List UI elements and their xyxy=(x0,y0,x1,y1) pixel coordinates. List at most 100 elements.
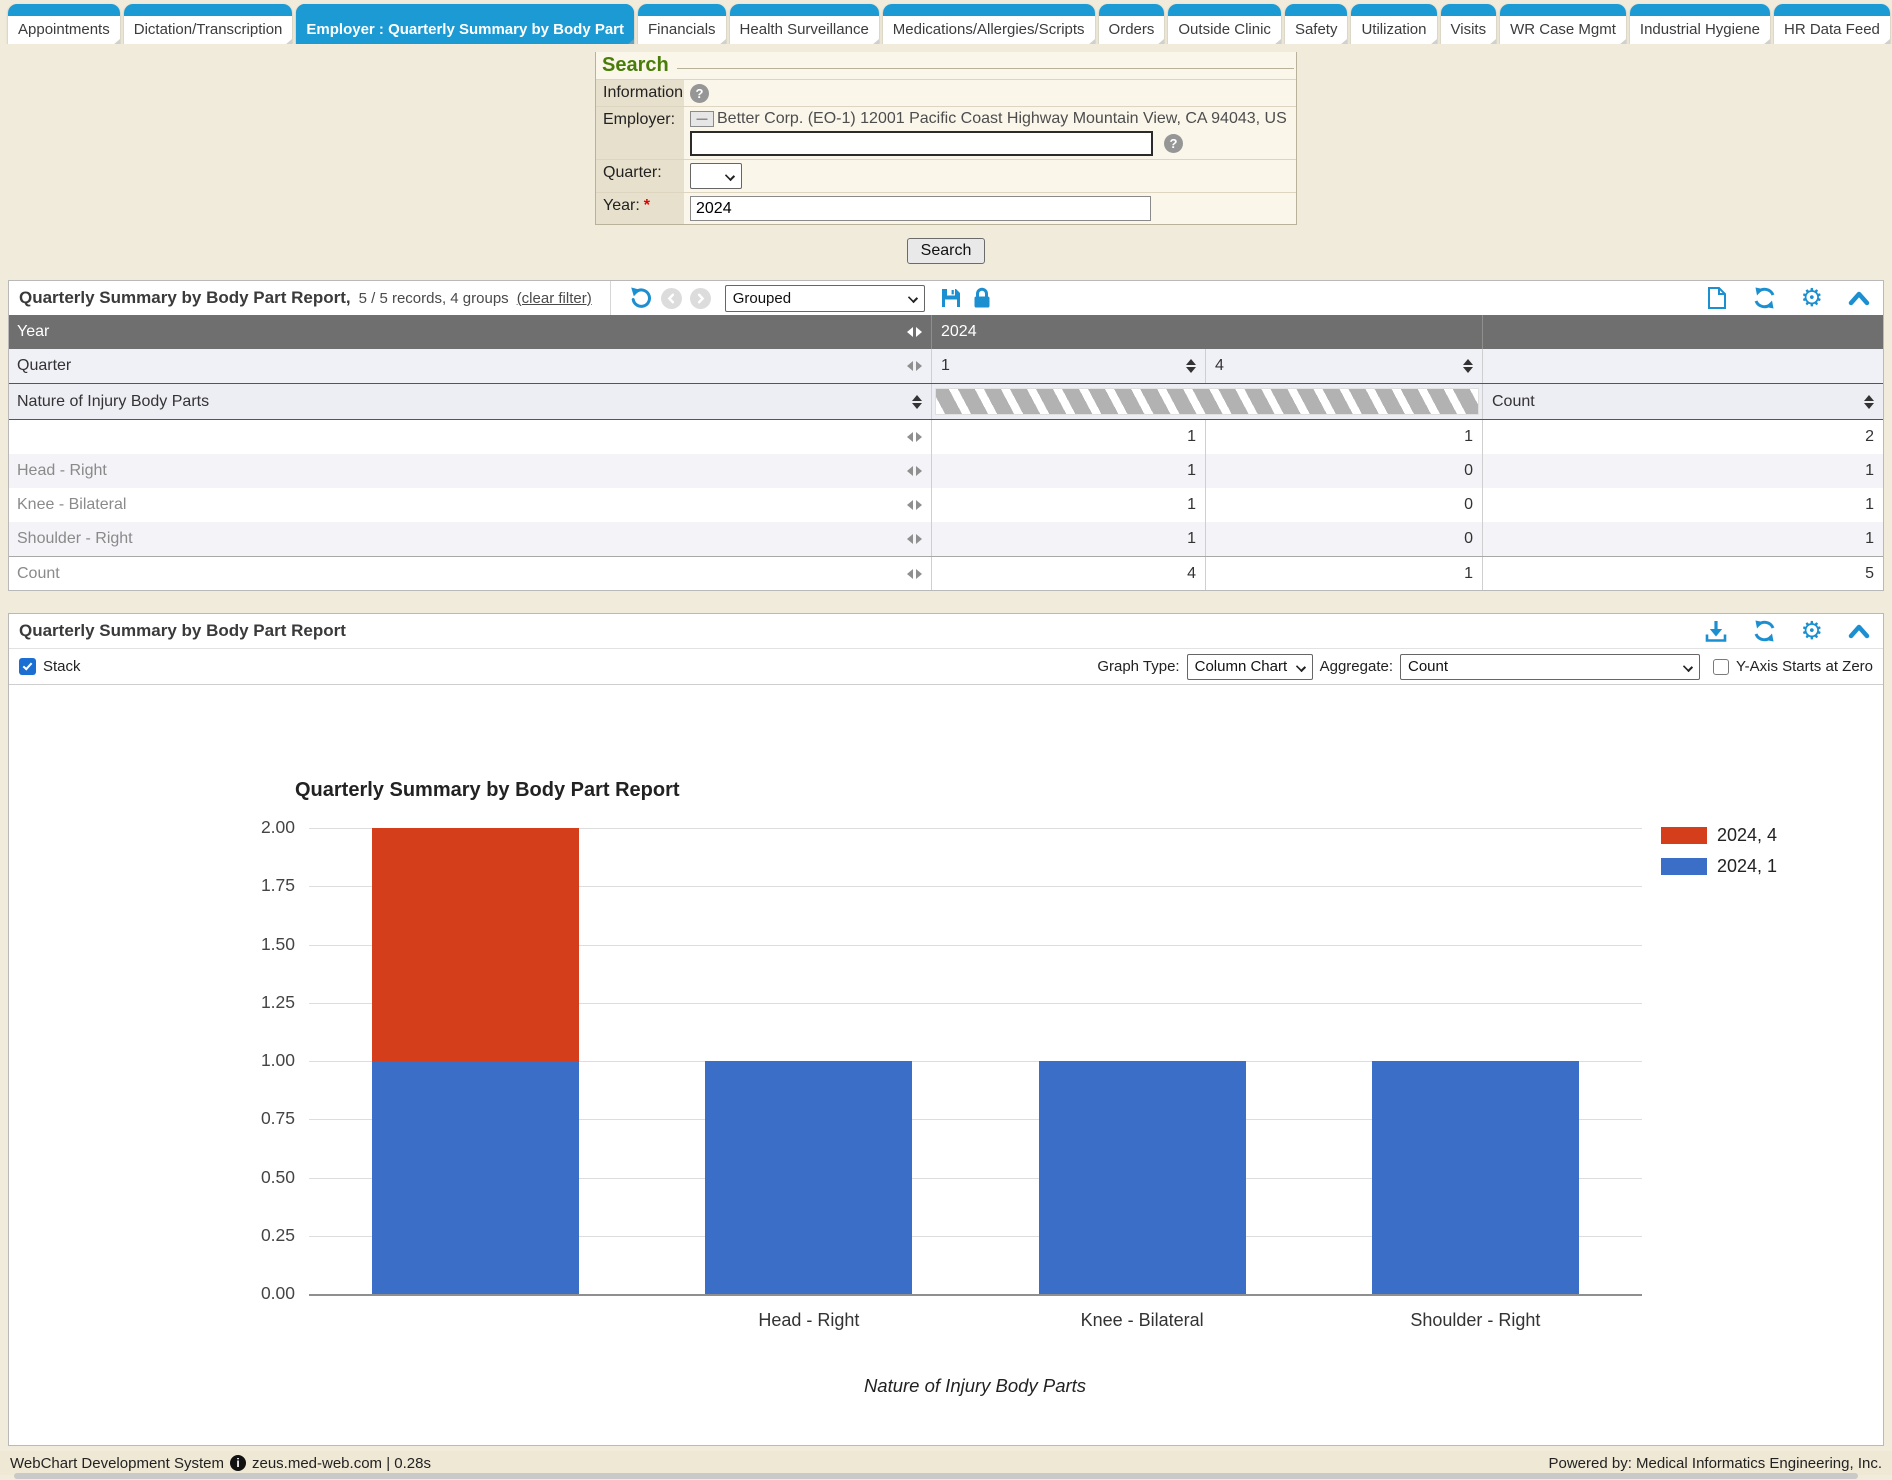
tab-label: Utilization xyxy=(1351,16,1436,44)
resize-columns-icon[interactable] xyxy=(907,500,922,510)
tab-hr-data-feed[interactable]: HR Data Feed xyxy=(1774,4,1890,44)
chart-title: Quarterly Summary by Body Part Report xyxy=(295,779,680,802)
gear-icon[interactable]: ⚙ xyxy=(1801,286,1823,311)
graph-type-label: Graph Type: xyxy=(1097,658,1179,675)
tab-wr-case-mgmt[interactable]: WR Case Mgmt xyxy=(1500,4,1626,44)
stack-checkbox[interactable] xyxy=(19,658,36,675)
legend-swatch xyxy=(1661,858,1707,875)
employer-help-icon[interactable]: ? xyxy=(1164,134,1183,153)
group-mode-select[interactable]: Grouped xyxy=(725,285,925,312)
tab-outside-clinic[interactable]: Outside Clinic xyxy=(1168,4,1281,44)
search-row-information: Information ? xyxy=(596,79,1296,106)
bar-segment[interactable] xyxy=(1372,1061,1579,1294)
save-icon[interactable] xyxy=(939,286,963,310)
gear-icon[interactable]: ⚙ xyxy=(1801,619,1823,644)
bar-segment[interactable] xyxy=(372,1061,579,1294)
year-input[interactable] xyxy=(690,196,1151,221)
x-axis-tick: Knee - Bilateral xyxy=(1081,1310,1204,1331)
bar-segment[interactable] xyxy=(372,828,579,1061)
collapse-panel-icon[interactable] xyxy=(1847,622,1871,640)
app-name: WebChart Development System xyxy=(10,1455,224,1472)
tab-fold xyxy=(1340,39,1347,44)
collapse-panel-icon[interactable] xyxy=(1847,289,1871,307)
clear-filter-link[interactable]: (clear filter) xyxy=(517,290,592,307)
next-page-icon[interactable] xyxy=(690,288,711,309)
tab-safety[interactable]: Safety xyxy=(1285,4,1348,44)
tab-employer-quarterly-summary-by-body-part[interactable]: Employer : Quarterly Summary by Body Par… xyxy=(296,4,634,44)
resize-columns-icon[interactable] xyxy=(907,466,922,476)
tab-fold xyxy=(627,39,634,44)
cell-value: 2 xyxy=(1482,420,1883,454)
tab-label: Safety xyxy=(1285,16,1348,44)
sort-icon[interactable] xyxy=(1864,395,1874,409)
download-icon[interactable] xyxy=(1704,619,1728,643)
employer-input[interactable] xyxy=(690,131,1153,156)
lock-icon[interactable] xyxy=(971,286,993,310)
tab-medications-allergies-scripts[interactable]: Medications/Allergies/Scripts xyxy=(883,4,1095,44)
resize-columns-icon[interactable] xyxy=(907,327,922,337)
refresh-icon[interactable] xyxy=(1752,286,1777,310)
tab-dictation-transcription[interactable]: Dictation/Transcription xyxy=(124,4,293,44)
resize-columns-icon[interactable] xyxy=(907,432,922,442)
cell-value: 1 xyxy=(931,522,1205,556)
refresh-icon[interactable] xyxy=(1752,619,1777,643)
chart: Quarterly Summary by Body Part Report Na… xyxy=(9,685,1883,1445)
aggregate-label: Aggregate: xyxy=(1320,658,1393,675)
search-panel-title: Search xyxy=(602,54,669,77)
tab-utilization[interactable]: Utilization xyxy=(1351,4,1436,44)
graph-type-select[interactable]: Column Chart xyxy=(1187,654,1313,680)
y-axis-zero-label: Y-Axis Starts at Zero xyxy=(1736,658,1873,675)
chart-legend: 2024, 42024, 1 xyxy=(1661,825,1777,877)
tab-fold xyxy=(1763,39,1770,44)
resize-columns-icon[interactable] xyxy=(907,361,922,371)
legend-swatch xyxy=(1661,827,1707,844)
resize-columns-icon[interactable] xyxy=(907,569,922,579)
tab-cap xyxy=(1500,4,1626,16)
sort-icon[interactable] xyxy=(1186,359,1196,373)
search-row-employer: Employer: — Better Corp. (EO-1) 12001 Pa… xyxy=(596,106,1296,159)
tab-financials[interactable]: Financials xyxy=(638,4,726,44)
sort-icon[interactable] xyxy=(912,395,922,409)
collapse-employer-button[interactable]: — xyxy=(690,111,714,127)
tab-fold xyxy=(113,39,120,44)
resize-columns-icon[interactable] xyxy=(907,534,922,544)
cell-value: 0 xyxy=(1205,488,1482,522)
tab-appointments[interactable]: Appointments xyxy=(8,4,120,44)
undo-icon[interactable] xyxy=(629,286,653,310)
quarter-select[interactable] xyxy=(690,163,742,189)
tab-cap xyxy=(1774,4,1890,16)
aggregate-select[interactable]: Count xyxy=(1400,654,1700,680)
information-label: Information xyxy=(603,84,683,102)
required-marker: * xyxy=(644,197,650,215)
previous-page-icon[interactable] xyxy=(661,288,682,309)
tab-health-surveillance[interactable]: Health Surveillance xyxy=(730,4,879,44)
table-row: Knee - Bilateral101 xyxy=(9,488,1883,522)
chevron-down-icon xyxy=(725,171,735,181)
year-group-label: Year xyxy=(17,323,49,341)
horizontal-scrollbar[interactable] xyxy=(14,1473,1858,1479)
tab-label: Orders xyxy=(1099,16,1165,44)
tab-industrial-hygiene[interactable]: Industrial Hygiene xyxy=(1630,4,1770,44)
tab-bar: AppointmentsDictation/TranscriptionEmplo… xyxy=(0,0,1892,44)
search-button[interactable]: Search xyxy=(907,238,986,264)
cell-value: 1 xyxy=(1482,454,1883,488)
bar-segment[interactable] xyxy=(1039,1061,1246,1294)
sort-icon[interactable] xyxy=(1463,359,1473,373)
y-axis-zero-checkbox[interactable] xyxy=(1713,659,1729,675)
year-label: Year: xyxy=(603,197,640,215)
new-document-icon[interactable] xyxy=(1706,286,1728,310)
chart-panel: Quarterly Summary by Body Part Report ⚙ … xyxy=(8,613,1884,1446)
bar-segment[interactable] xyxy=(705,1061,912,1294)
legend-divider xyxy=(677,68,1294,69)
tab-orders[interactable]: Orders xyxy=(1099,4,1165,44)
chevron-down-icon xyxy=(1683,661,1693,671)
cell-value: 0 xyxy=(1205,454,1482,488)
help-icon[interactable]: ? xyxy=(690,84,709,103)
tab-visits[interactable]: Visits xyxy=(1441,4,1497,44)
info-icon[interactable]: i xyxy=(230,1455,246,1471)
y-axis-tick: 0.50 xyxy=(225,1167,295,1188)
cell-value: 1 xyxy=(1205,420,1482,454)
search-row-quarter: Quarter: xyxy=(596,159,1296,192)
tab-cap xyxy=(1099,4,1165,16)
divider xyxy=(610,281,611,315)
